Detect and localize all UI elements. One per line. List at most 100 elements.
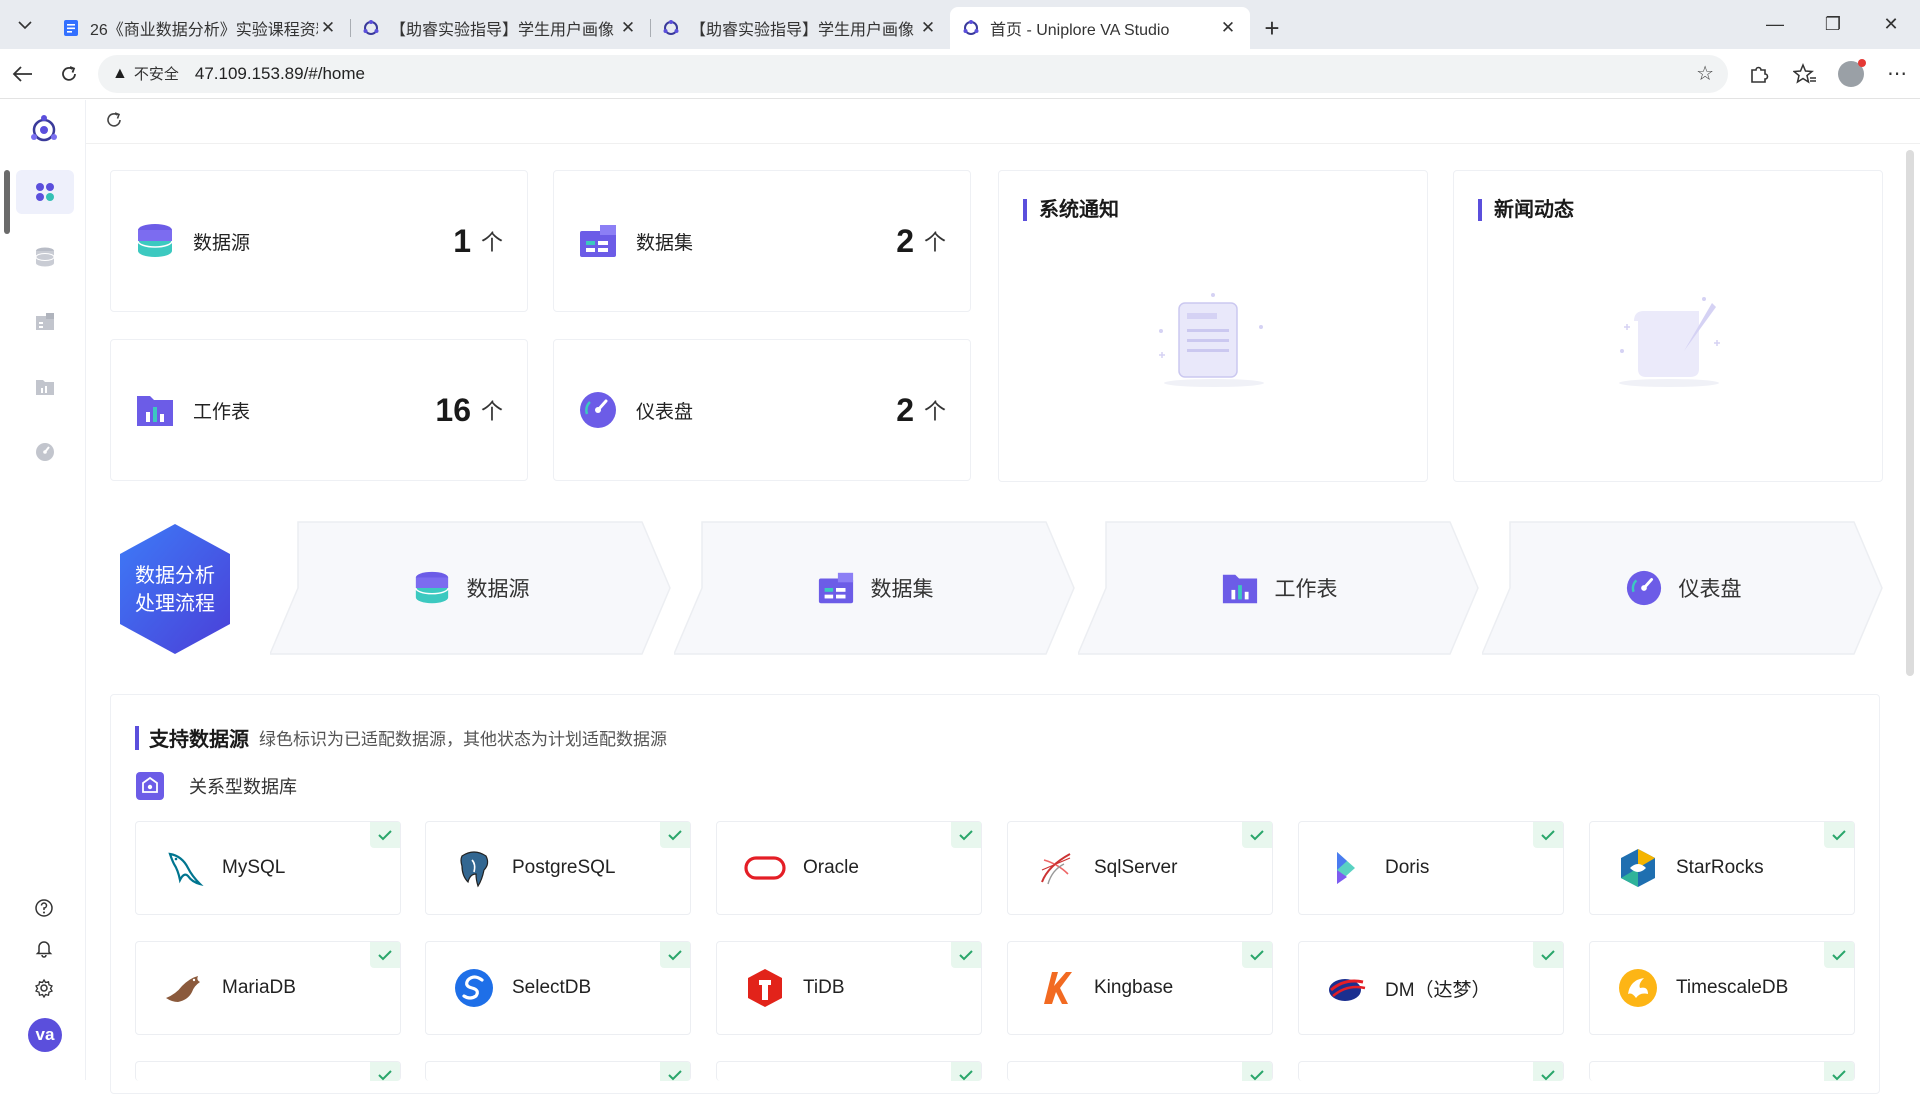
ds-card-tidb[interactable]: TiDB: [716, 941, 982, 1035]
stat-card-datasource[interactable]: 数据源 1 个: [110, 170, 528, 312]
category-relational[interactable]: 关系型数据库: [135, 771, 297, 801]
ds-card-doris[interactable]: Doris: [1298, 821, 1564, 915]
postgresql-icon: [452, 846, 496, 890]
stat-value: 2: [896, 391, 914, 428]
user-avatar[interactable]: va: [28, 1018, 62, 1052]
doris-icon: [1325, 846, 1369, 890]
sidebar-item-datasource[interactable]: [16, 235, 74, 279]
gear-icon[interactable]: [30, 974, 58, 1002]
url-bar[interactable]: ▲ 不安全 47.109.153.89/#/home ☆: [98, 54, 1728, 93]
ds-card-partial[interactable]: [1007, 1061, 1273, 1081]
worksheet-icon: [137, 396, 173, 426]
uniplore-icon: [662, 19, 680, 37]
tab-list-button[interactable]: [0, 0, 50, 49]
main-content: 数据源 1 个 数据集 2 个 工作表 16 个 仪表盘 2 个 系统通知 新闻…: [86, 100, 1920, 1094]
flow-step-worksheet[interactable]: 工作表: [1078, 520, 1480, 656]
ds-card-partial[interactable]: [135, 1061, 401, 1081]
browser-tab-1[interactable]: 26《商业数据分析》实验课程资料 ✕: [50, 7, 350, 49]
browser-tab-2[interactable]: 【助睿实验指导】学生用户画像 - ✕: [350, 7, 650, 49]
ds-card-sqlserver[interactable]: SqlServer: [1007, 821, 1273, 915]
flow-title-line2: 处理流程: [135, 592, 215, 615]
ds-card-mariadb[interactable]: MariaDB: [135, 941, 401, 1035]
extensions-button[interactable]: [1736, 54, 1782, 94]
sidebar-scrollbar[interactable]: [4, 170, 10, 234]
minimize-icon[interactable]: —: [1746, 14, 1804, 35]
ds-card-kingbase[interactable]: Kingbase: [1007, 941, 1273, 1035]
puzzle-icon: [1751, 66, 1769, 83]
sidebar: va: [0, 100, 86, 1080]
ds-card-mysql[interactable]: MySQL: [135, 821, 401, 915]
favorites-button[interactable]: [1782, 54, 1828, 94]
ds-card-oracle[interactable]: Oracle: [716, 821, 982, 915]
ds-card-partial[interactable]: [1589, 1061, 1855, 1081]
datasource-icon: [414, 571, 449, 604]
flow-step-datasource[interactable]: 数据源: [270, 520, 672, 656]
flow-step-dataset[interactable]: 数据集: [674, 520, 1076, 656]
arrow-left-icon: [12, 65, 32, 82]
check-icon: [370, 942, 400, 968]
check-icon: [1242, 822, 1272, 848]
category-label: 关系型数据库: [189, 777, 297, 797]
sidebar-item-dataset[interactable]: [16, 300, 74, 344]
help-icon[interactable]: [30, 894, 58, 922]
stat-value: 2: [896, 222, 914, 259]
tab-title: 【助睿实验指导】学生用户画像 -: [690, 22, 918, 39]
doc-icon: [62, 19, 80, 37]
more-menu-button[interactable]: ⋯: [1874, 54, 1920, 94]
flow-step-label: 数据源: [466, 578, 530, 601]
ds-card-selectdb[interactable]: SelectDB: [425, 941, 691, 1035]
database-icon: [35, 247, 55, 267]
refresh-icon[interactable]: [104, 110, 124, 130]
back-button[interactable]: [0, 54, 46, 94]
ds-card-partial[interactable]: [716, 1061, 982, 1081]
url-text[interactable]: 47.109.153.89/#/home: [195, 64, 365, 84]
check-icon: [1533, 822, 1563, 848]
browser-tab-3[interactable]: 【助睿实验指导】学生用户画像 - ✕: [650, 7, 950, 49]
flow-title-hexagon: 数据分析 处理流程: [120, 524, 230, 654]
ds-card-dm[interactable]: DM（达梦）: [1298, 941, 1564, 1035]
stat-card-dataset[interactable]: 数据集 2 个: [553, 170, 971, 312]
ds-card-partial[interactable]: [1298, 1061, 1564, 1081]
bell-icon[interactable]: [30, 934, 58, 962]
close-icon[interactable]: ✕: [318, 18, 338, 38]
sidebar-item-home[interactable]: [16, 170, 74, 214]
security-label[interactable]: 不安全: [134, 63, 179, 84]
check-icon: [1824, 1062, 1854, 1081]
news-panel: 新闻动态: [1453, 170, 1883, 482]
ds-card-timescaledb[interactable]: TimescaleDB: [1589, 941, 1855, 1035]
flow-step-dashboard[interactable]: 仪表盘: [1482, 520, 1884, 656]
stat-label: 数据集: [636, 232, 694, 254]
star-icon[interactable]: ☆: [1696, 61, 1714, 86]
stat-card-dashboard[interactable]: 仪表盘 2 个: [553, 339, 971, 481]
close-icon[interactable]: ✕: [918, 18, 938, 38]
window-close-icon[interactable]: ✕: [1862, 14, 1920, 35]
app-logo-icon[interactable]: [26, 112, 62, 148]
ds-name: Kingbase: [1094, 977, 1174, 998]
oracle-icon: [743, 846, 787, 890]
dataset-icon: [580, 225, 616, 257]
panel-title: 系统通知: [1023, 199, 1119, 221]
ds-card-partial[interactable]: [425, 1061, 691, 1081]
mysql-icon: [162, 846, 206, 890]
profile-avatar: [1838, 58, 1866, 87]
datasources-title: 支持数据源: [149, 729, 249, 751]
check-icon: [370, 822, 400, 848]
stat-unit: 个: [923, 399, 946, 424]
close-icon[interactable]: ✕: [618, 18, 638, 38]
browser-tab-4-active[interactable]: 首页 - Uniplore VA Studio ✕: [950, 7, 1250, 49]
close-icon[interactable]: ✕: [1218, 18, 1238, 38]
ds-card-starrocks[interactable]: StarRocks: [1589, 821, 1855, 915]
reload-button[interactable]: [46, 54, 92, 94]
warning-icon[interactable]: ▲: [112, 65, 128, 83]
main-scrollbar[interactable]: [1906, 150, 1914, 676]
new-tab-button[interactable]: +: [1250, 7, 1294, 49]
ds-name: DM（达梦）: [1385, 979, 1491, 1001]
sidebar-item-worksheet[interactable]: [16, 365, 74, 409]
check-icon: [1533, 942, 1563, 968]
profile-button[interactable]: [1828, 54, 1874, 94]
sidebar-item-dashboard[interactable]: [16, 430, 74, 474]
stat-card-worksheet[interactable]: 工作表 16 个: [110, 339, 528, 481]
restore-icon[interactable]: ❐: [1804, 14, 1862, 35]
ds-card-postgresql[interactable]: PostgreSQL: [425, 821, 691, 915]
address-bar: ▲ 不安全 47.109.153.89/#/home ☆ ⋯: [0, 49, 1920, 99]
